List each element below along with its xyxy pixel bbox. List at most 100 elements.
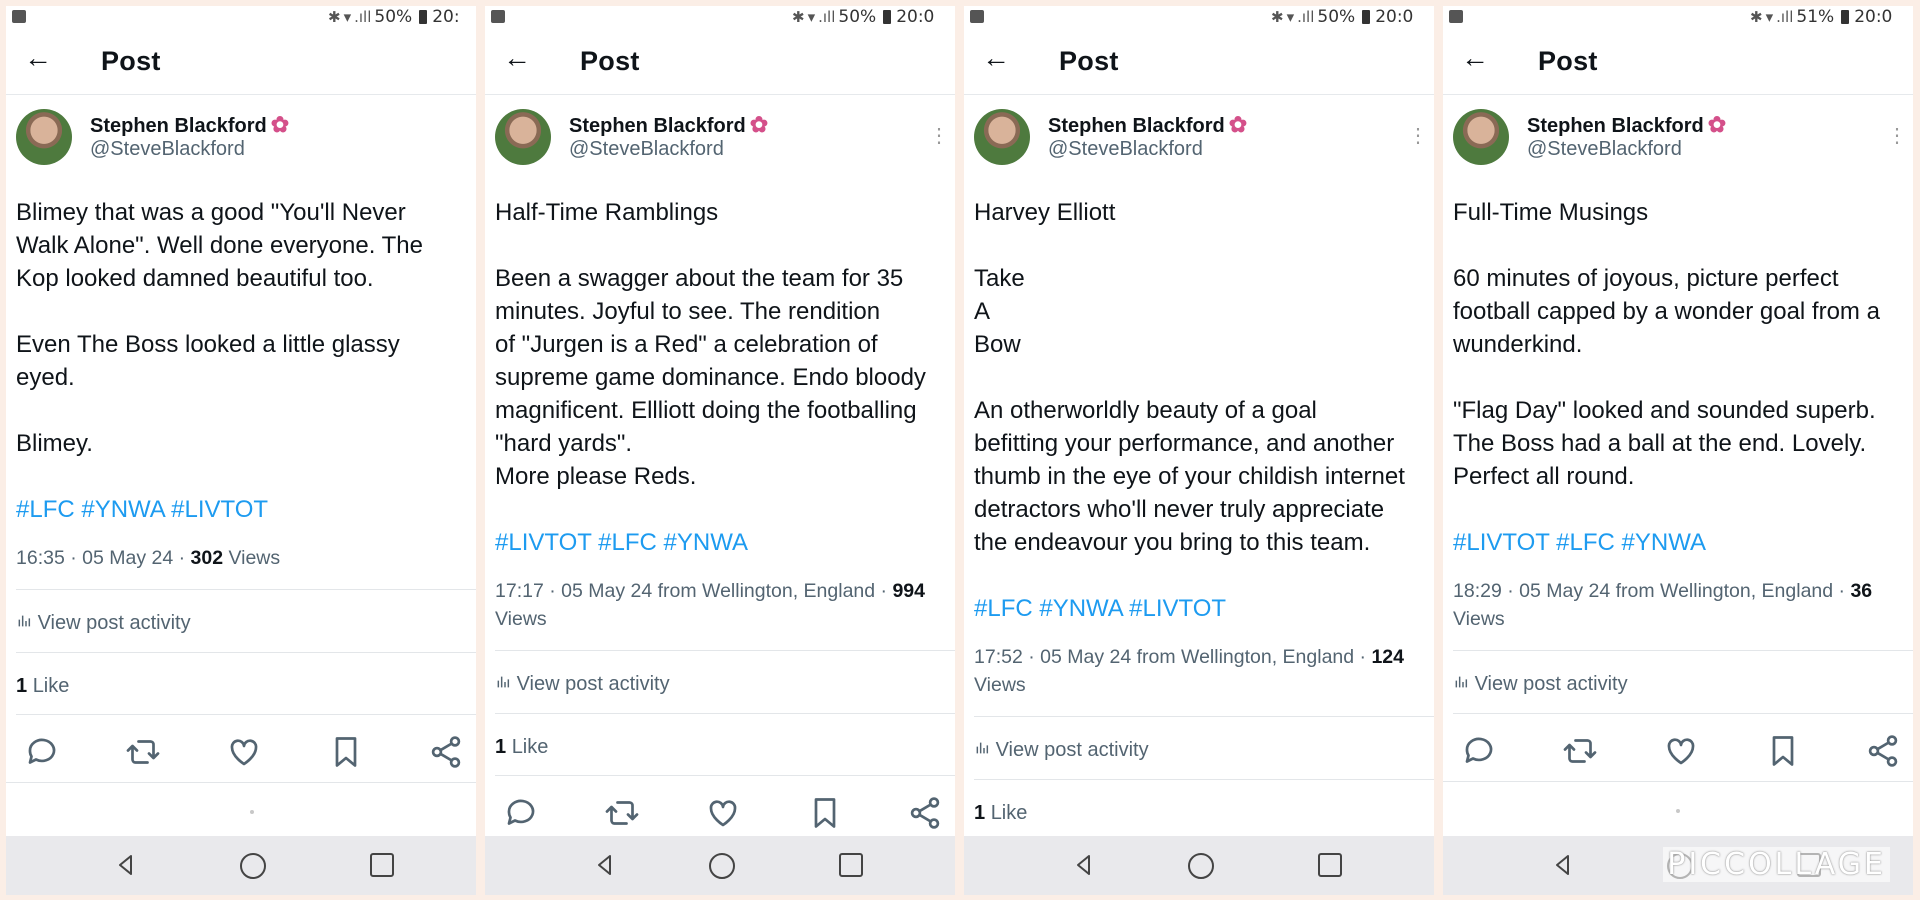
nav-recents-icon[interactable]	[839, 853, 863, 877]
page-header: ← Post	[1443, 30, 1913, 95]
gallery-icon	[12, 10, 26, 23]
avatar[interactable]	[16, 109, 72, 165]
heart-icon[interactable]	[1663, 733, 1699, 769]
retweet-icon[interactable]	[125, 734, 161, 770]
post-hashtags[interactable]: #LIVTOT #LFC #YNWA	[495, 526, 951, 559]
reply-icon[interactable]	[1461, 733, 1497, 769]
author-row: Stephen Blackford ✿ @SteveBlackford ⋮	[1443, 95, 1913, 169]
view-post-activity[interactable]: View post activity	[1453, 673, 1628, 696]
reply-icon[interactable]	[24, 734, 60, 770]
view-post-activity[interactable]: View post activity	[974, 739, 1149, 762]
battery-icon	[883, 10, 892, 24]
back-arrow-icon[interactable]: ←	[1461, 44, 1489, 72]
heart-icon[interactable]	[226, 734, 262, 770]
post-hashtags[interactable]: #LFC #YNWA #LIVTOT	[974, 592, 1430, 625]
chart-icon	[16, 613, 32, 629]
avatar[interactable]	[974, 109, 1030, 165]
avatar[interactable]	[495, 109, 551, 165]
bookmark-icon[interactable]	[328, 734, 364, 770]
post-meta: 16:35 · 05 May 24 · 302 Views	[16, 547, 281, 569]
author-row: Stephen Blackford ✿ @SteveBlackford ⋮	[485, 95, 955, 169]
post-hashtags[interactable]: #LIVTOT #LFC #YNWA	[1453, 526, 1909, 559]
bluetooth-icon: ✱	[328, 8, 341, 26]
author-handle[interactable]: @SteveBlackford	[1527, 138, 1682, 161]
android-nav-bar	[964, 836, 1434, 895]
nav-back-icon[interactable]	[593, 853, 617, 877]
author-name[interactable]: Stephen Blackford ✿	[1527, 112, 1726, 138]
page-header: ← Post	[6, 30, 476, 95]
page-header: ← Post	[485, 30, 955, 95]
bookmark-icon[interactable]	[1765, 733, 1801, 769]
author-row: Stephen Blackford ✿ @SteveBlackford	[6, 95, 476, 169]
action-bar	[6, 734, 476, 774]
clock: 20:0	[1375, 7, 1414, 27]
post-text: Harvey Elliott Take A Bow An otherworldl…	[974, 199, 1405, 556]
page-title: Post	[580, 46, 640, 76]
nav-back-icon[interactable]	[114, 853, 138, 877]
status-bar: ✱ ▾ .ıll 51% 20:0	[1443, 6, 1913, 30]
bluetooth-icon: ✱	[1271, 8, 1284, 26]
wifi-icon: ▾	[343, 8, 352, 26]
chart-icon	[1453, 674, 1469, 690]
author-name[interactable]: Stephen Blackford ✿	[569, 112, 768, 138]
nav-back-icon[interactable]	[1072, 853, 1096, 877]
share-icon[interactable]	[1865, 733, 1901, 769]
author-name[interactable]: Stephen Blackford ✿	[90, 112, 289, 138]
post-text: Half-Time Ramblings Been a swagger about…	[495, 199, 926, 490]
battery-percent: 50%	[374, 7, 413, 27]
back-arrow-icon[interactable]: ←	[982, 44, 1010, 72]
flower-icon: ✿	[1707, 112, 1727, 137]
view-post-activity[interactable]: View post activity	[16, 612, 191, 635]
more-icon[interactable]: ⋮	[1408, 123, 1428, 148]
android-nav-bar	[6, 836, 476, 895]
bluetooth-icon: ✱	[1750, 8, 1763, 26]
nav-home-icon[interactable]	[709, 853, 735, 879]
view-post-activity[interactable]: View post activity	[495, 673, 670, 696]
nav-home-icon[interactable]	[240, 853, 266, 879]
post-hashtags[interactable]: #LFC #YNWA #LIVTOT	[16, 493, 472, 526]
signal-icon: .ıll	[1297, 8, 1315, 26]
share-icon[interactable]	[428, 734, 464, 770]
nav-recents-icon[interactable]	[1318, 853, 1342, 877]
battery-icon	[419, 10, 428, 24]
wifi-icon: ▾	[807, 8, 816, 26]
likes-count[interactable]: 1 Like	[16, 675, 69, 698]
flower-icon: ✿	[1228, 112, 1248, 137]
back-arrow-icon[interactable]: ←	[24, 44, 52, 72]
likes-count[interactable]: 1 Like	[495, 736, 548, 759]
nav-recents-icon[interactable]	[370, 853, 394, 877]
nav-home-icon[interactable]	[1188, 853, 1214, 879]
reply-icon[interactable]	[503, 795, 539, 831]
author-name[interactable]: Stephen Blackford ✿	[1048, 112, 1247, 138]
post-panel-3: ✱ ▾ .ıll 50% 20:0 ← Post Stephen Blackfo…	[964, 6, 1434, 895]
action-bar	[1443, 733, 1913, 773]
avatar[interactable]	[1453, 109, 1509, 165]
likes-count[interactable]: 1 Like	[974, 802, 1027, 825]
status-bar: ✱ ▾ .ıll 50% 20:0	[964, 6, 1434, 30]
author-handle[interactable]: @SteveBlackford	[90, 138, 245, 161]
bookmark-icon[interactable]	[807, 795, 843, 831]
battery-percent: 50%	[838, 7, 877, 27]
retweet-icon[interactable]	[604, 795, 640, 831]
clock: 20:	[432, 7, 460, 27]
author-handle[interactable]: @SteveBlackford	[569, 138, 724, 161]
flower-icon: ✿	[749, 112, 769, 137]
gallery-icon	[970, 10, 984, 23]
action-bar	[485, 795, 955, 835]
share-icon[interactable]	[907, 795, 943, 831]
more-icon[interactable]: ⋮	[929, 123, 949, 148]
battery-percent: 51%	[1796, 7, 1835, 27]
wifi-icon: ▾	[1765, 8, 1774, 26]
back-arrow-icon[interactable]: ←	[503, 44, 531, 72]
heart-icon[interactable]	[705, 795, 741, 831]
battery-icon	[1362, 10, 1371, 24]
post-meta: 17:52 · 05 May 24 from Wellington, Engla…	[974, 646, 1404, 696]
battery-icon	[1841, 10, 1850, 24]
more-icon[interactable]: ⋮	[1887, 123, 1907, 148]
flower-icon: ✿	[270, 112, 290, 137]
author-row: Stephen Blackford ✿ @SteveBlackford ⋮	[964, 95, 1434, 169]
post-panel-1: ✱ ▾ .ıll 50% 20: ← Post Stephen Blackfor…	[6, 6, 476, 895]
retweet-icon[interactable]	[1562, 733, 1598, 769]
author-handle[interactable]: @SteveBlackford	[1048, 138, 1203, 161]
nav-back-icon[interactable]	[1551, 853, 1575, 877]
